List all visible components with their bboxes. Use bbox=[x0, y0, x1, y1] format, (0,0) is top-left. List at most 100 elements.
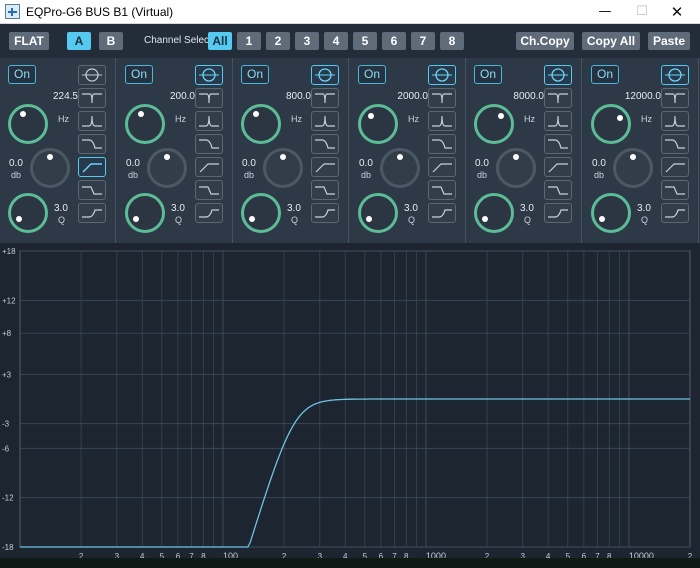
band-on-button[interactable]: On bbox=[474, 65, 502, 84]
filter-type-notch-button[interactable] bbox=[78, 88, 106, 108]
channel-button-8[interactable]: 8 bbox=[440, 32, 464, 50]
channel-button-1[interactable]: 1 bbox=[237, 32, 261, 50]
filter-type-low-shelf-button[interactable] bbox=[78, 203, 106, 223]
paste-button[interactable]: Paste bbox=[648, 32, 690, 50]
band-on-button[interactable]: On bbox=[591, 65, 619, 84]
frequency-response-graph[interactable]: +18 +12 +8 +3 -3 -6 -12 -18 2 3 4 5 6 7 8 100 2 3 4 5 6 7 8 100… bbox=[0, 243, 700, 568]
gain-knob[interactable] bbox=[147, 148, 187, 188]
filter-type-high-shelf-button[interactable] bbox=[78, 134, 106, 154]
gain-unit-label: db bbox=[594, 170, 605, 180]
filter-type-high-cut-button[interactable] bbox=[428, 180, 456, 200]
q-knob[interactable] bbox=[125, 193, 165, 233]
low-shelf-filter-icon bbox=[199, 209, 219, 218]
filter-type-high-cut-button[interactable] bbox=[661, 180, 689, 200]
filter-type-notch-button[interactable] bbox=[428, 88, 456, 108]
channel-button-7[interactable]: 7 bbox=[411, 32, 435, 50]
gain-knob[interactable] bbox=[30, 148, 70, 188]
filter-type-low-cut-button[interactable] bbox=[544, 157, 572, 177]
filter-type-peak-button[interactable] bbox=[195, 65, 223, 85]
filter-type-notch-button[interactable] bbox=[661, 88, 689, 108]
filter-type-low-shelf-button[interactable] bbox=[661, 203, 689, 223]
flat-button[interactable]: FLAT bbox=[9, 32, 49, 50]
frequency-knob[interactable] bbox=[474, 104, 514, 144]
filter-type-low-cut-button[interactable] bbox=[311, 157, 339, 177]
filter-type-band-button[interactable] bbox=[195, 111, 223, 131]
band-on-button[interactable]: On bbox=[8, 65, 36, 84]
filter-type-high-cut-button[interactable] bbox=[195, 180, 223, 200]
q-knob[interactable] bbox=[474, 193, 514, 233]
frequency-knob[interactable] bbox=[241, 104, 281, 144]
channel-copy-button[interactable]: Ch.Copy bbox=[516, 32, 574, 50]
filter-type-band-button[interactable] bbox=[78, 111, 106, 131]
band-on-button[interactable]: On bbox=[241, 65, 269, 84]
filter-type-low-cut-button[interactable] bbox=[428, 157, 456, 177]
gain-knob[interactable] bbox=[613, 148, 653, 188]
close-button[interactable]: ✕ bbox=[654, 0, 700, 24]
channel-select-label: Channel Select: bbox=[144, 35, 215, 46]
peak-filter-icon bbox=[82, 68, 102, 82]
filter-type-low-cut-button[interactable] bbox=[661, 157, 689, 177]
filter-type-peak-button[interactable] bbox=[78, 65, 106, 85]
filter-type-low-cut-button[interactable] bbox=[78, 157, 106, 177]
frequency-knob[interactable] bbox=[358, 104, 398, 144]
gain-knob[interactable] bbox=[496, 148, 536, 188]
band-on-button[interactable]: On bbox=[358, 65, 386, 84]
knob-indicator bbox=[253, 111, 260, 118]
filter-type-low-shelf-button[interactable] bbox=[428, 203, 456, 223]
notch-filter-icon bbox=[432, 93, 452, 104]
preset-a-button[interactable]: A bbox=[67, 32, 91, 50]
filter-type-band-button[interactable] bbox=[311, 111, 339, 131]
notch-filter-icon bbox=[548, 93, 568, 104]
filter-type-high-cut-button[interactable] bbox=[78, 180, 106, 200]
q-knob[interactable] bbox=[358, 193, 398, 233]
high-cut-filter-icon bbox=[548, 186, 568, 195]
channel-button-2[interactable]: 2 bbox=[266, 32, 290, 50]
low-shelf-filter-icon bbox=[665, 209, 685, 218]
q-knob[interactable] bbox=[8, 193, 48, 233]
high-shelf-filter-icon bbox=[199, 139, 219, 149]
filter-type-high-shelf-button[interactable] bbox=[195, 134, 223, 154]
filter-type-high-shelf-button[interactable] bbox=[428, 134, 456, 154]
filter-type-high-shelf-button[interactable] bbox=[544, 134, 572, 154]
filter-type-peak-button[interactable] bbox=[311, 65, 339, 85]
q-knob[interactable] bbox=[591, 193, 631, 233]
channel-button-5[interactable]: 5 bbox=[353, 32, 377, 50]
filter-type-high-cut-button[interactable] bbox=[544, 180, 572, 200]
filter-type-peak-button[interactable] bbox=[544, 65, 572, 85]
filter-type-low-cut-button[interactable] bbox=[195, 157, 223, 177]
frequency-knob[interactable] bbox=[8, 104, 48, 144]
q-unit-label: Q bbox=[408, 215, 416, 225]
high-cut-filter-icon bbox=[315, 186, 335, 195]
gain-knob[interactable] bbox=[380, 148, 420, 188]
filter-type-low-shelf-button[interactable] bbox=[195, 203, 223, 223]
filter-type-low-shelf-button[interactable] bbox=[544, 203, 572, 223]
gain-unit-label: db bbox=[477, 170, 488, 180]
channel-button-all[interactable]: All bbox=[208, 32, 232, 50]
knob-indicator bbox=[482, 216, 488, 222]
copy-all-button[interactable]: Copy All bbox=[582, 32, 640, 50]
preset-b-button[interactable]: B bbox=[99, 32, 123, 50]
filter-type-peak-button[interactable] bbox=[661, 65, 689, 85]
filter-type-notch-button[interactable] bbox=[544, 88, 572, 108]
filter-type-peak-button[interactable] bbox=[428, 65, 456, 85]
filter-type-band-button[interactable] bbox=[544, 111, 572, 131]
channel-button-6[interactable]: 6 bbox=[382, 32, 406, 50]
frequency-knob[interactable] bbox=[591, 104, 631, 144]
filter-type-band-button[interactable] bbox=[661, 111, 689, 131]
filter-type-high-shelf-button[interactable] bbox=[311, 134, 339, 154]
filter-type-high-shelf-button[interactable] bbox=[661, 134, 689, 154]
q-knob[interactable] bbox=[241, 193, 281, 233]
gain-knob[interactable] bbox=[263, 148, 303, 188]
filter-type-notch-button[interactable] bbox=[195, 88, 223, 108]
filter-type-high-cut-button[interactable] bbox=[311, 180, 339, 200]
frequency-knob[interactable] bbox=[125, 104, 165, 144]
filter-type-notch-button[interactable] bbox=[311, 88, 339, 108]
band-on-button[interactable]: On bbox=[125, 65, 153, 84]
eq-band-2: On 200.0 Hz 0.0 db 3.0 Q bbox=[117, 58, 233, 243]
knob-indicator bbox=[138, 110, 145, 117]
knob-indicator bbox=[366, 216, 372, 222]
filter-type-band-button[interactable] bbox=[428, 111, 456, 131]
channel-button-4[interactable]: 4 bbox=[324, 32, 348, 50]
channel-button-3[interactable]: 3 bbox=[295, 32, 319, 50]
filter-type-low-shelf-button[interactable] bbox=[311, 203, 339, 223]
